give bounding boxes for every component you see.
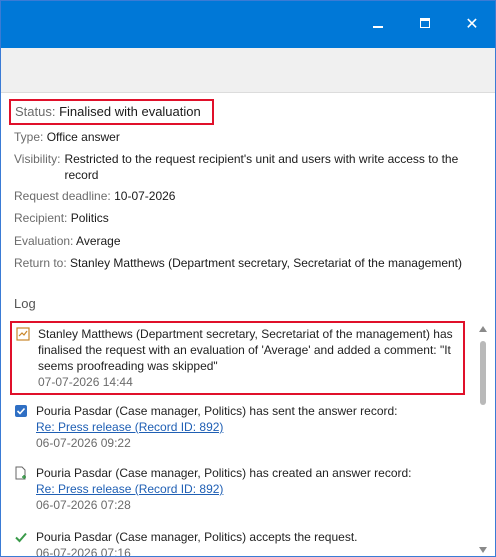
record-link[interactable]: Re: Press release (Record ID: 892) bbox=[36, 481, 464, 497]
checkmark-icon bbox=[15, 532, 27, 543]
return-value: Stanley Matthews (Department secretary, … bbox=[70, 256, 462, 270]
log-entry-time: 06-07-2026 07:28 bbox=[36, 498, 131, 512]
checkbox-checked-icon bbox=[15, 405, 27, 417]
close-icon: ✕ bbox=[465, 14, 479, 33]
log-entry-time: 07-07-2026 14:44 bbox=[38, 375, 133, 389]
record-link[interactable]: Re: Press release (Record ID: 892) bbox=[36, 419, 464, 435]
scroll-up-icon[interactable] bbox=[479, 326, 487, 332]
log-entry-text: Pouria Pasdar (Case manager, Politics) h… bbox=[36, 404, 398, 418]
scroll-down-icon[interactable] bbox=[479, 547, 487, 553]
title-bar[interactable]: ✕ bbox=[1, 1, 495, 48]
return-field: Return to: Stanley Matthews (Department … bbox=[14, 255, 462, 271]
log-entry: Pouria Pasdar (Case manager, Politics) a… bbox=[14, 529, 464, 557]
evaluation-field: Evaluation: Average bbox=[14, 233, 121, 249]
log-entry-text: Stanley Matthews (Department secretary, … bbox=[38, 327, 453, 373]
type-field: Type: Office answer bbox=[14, 129, 120, 145]
visibility-field: Visibility: Restricted to the request re… bbox=[14, 151, 464, 183]
evaluation-value: Average bbox=[76, 234, 121, 248]
log-entry-time: 06-07-2026 07:16 bbox=[36, 546, 131, 557]
maximize-icon bbox=[420, 18, 430, 28]
log-entry: Stanley Matthews (Department secretary, … bbox=[10, 321, 465, 395]
deadline-label: Request deadline: bbox=[14, 189, 111, 203]
deadline-value: 10-07-2026 bbox=[114, 189, 176, 203]
recipient-value: Politics bbox=[70, 211, 109, 225]
comment-evaluation-icon bbox=[16, 327, 30, 341]
evaluation-label: Evaluation: bbox=[14, 234, 74, 248]
visibility-value: Restricted to the request recipient's un… bbox=[64, 152, 459, 182]
log-entry-time: 06-07-2026 09:22 bbox=[36, 436, 131, 450]
log-entry-text: Pouria Pasdar (Case manager, Politics) a… bbox=[36, 530, 358, 544]
recipient-field: Recipient: Politics bbox=[14, 210, 109, 226]
log-heading: Log bbox=[14, 296, 36, 311]
status-value: Finalised with evaluation bbox=[59, 104, 201, 119]
scroll-thumb[interactable] bbox=[480, 341, 486, 405]
request-window: ✕ Status: Finalised with evaluation Type… bbox=[0, 0, 496, 557]
details-panel: Status: Finalised with evaluation Type: … bbox=[1, 93, 495, 557]
toolbar bbox=[1, 48, 495, 93]
minimize-button[interactable] bbox=[363, 11, 393, 37]
type-value: Office answer bbox=[46, 130, 120, 144]
close-button[interactable]: ✕ bbox=[457, 11, 487, 37]
deadline-field: Request deadline: 10-07-2026 bbox=[14, 188, 175, 204]
recipient-label: Recipient: bbox=[14, 211, 68, 225]
maximize-button[interactable] bbox=[410, 11, 440, 37]
status-field: Status: Finalised with evaluation bbox=[9, 99, 214, 125]
visibility-label: Visibility: bbox=[14, 152, 61, 166]
new-document-icon bbox=[15, 466, 26, 480]
status-label: Status: bbox=[15, 104, 56, 119]
log-entry-text: Pouria Pasdar (Case manager, Politics) h… bbox=[36, 466, 412, 480]
log-entry: Pouria Pasdar (Case manager, Politics) h… bbox=[14, 465, 464, 513]
return-label: Return to: bbox=[14, 256, 67, 270]
log-scrollbar[interactable] bbox=[477, 323, 489, 553]
log-entry: Pouria Pasdar (Case manager, Politics) h… bbox=[14, 403, 464, 451]
log-list[interactable]: Stanley Matthews (Department secretary, … bbox=[1, 315, 495, 557]
minimize-icon bbox=[373, 26, 383, 28]
type-label: Type: bbox=[14, 130, 44, 144]
